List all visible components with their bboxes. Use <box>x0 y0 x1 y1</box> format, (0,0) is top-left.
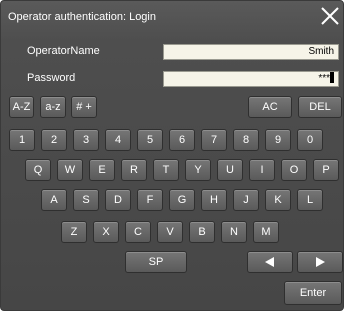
key-h[interactable]: H <box>201 189 227 211</box>
key-left-arrow[interactable] <box>247 251 293 273</box>
operator-name-value: Smith <box>308 46 334 57</box>
key-e[interactable]: E <box>89 159 115 181</box>
key-right-arrow[interactable] <box>297 251 343 273</box>
key-t[interactable]: T <box>153 159 179 181</box>
key-u[interactable]: U <box>217 159 243 181</box>
operator-name-label: OperatorName <box>27 45 100 57</box>
key-lowercase-mode[interactable]: a-z <box>40 96 66 118</box>
login-dialog: Operator authentication: Login OperatorN… <box>0 0 344 311</box>
password-field[interactable]: *** <box>163 71 339 87</box>
password-label: Password <box>27 72 76 84</box>
key-r[interactable]: R <box>121 159 147 181</box>
key-0[interactable]: 0 <box>297 129 323 151</box>
key-a[interactable]: A <box>41 189 67 211</box>
key-p[interactable]: P <box>313 159 339 181</box>
key-3[interactable]: 3 <box>73 129 99 151</box>
key-q[interactable]: Q <box>25 159 51 181</box>
key-enter[interactable]: Enter <box>284 281 342 305</box>
key-i[interactable]: I <box>249 159 275 181</box>
key-v[interactable]: V <box>157 221 183 243</box>
key-y[interactable]: Y <box>185 159 211 181</box>
key-5[interactable]: 5 <box>137 129 163 151</box>
key-k[interactable]: K <box>265 189 291 211</box>
key-o[interactable]: O <box>281 159 307 181</box>
key-uppercase-mode[interactable]: A-Z <box>9 96 34 118</box>
key-n[interactable]: N <box>221 221 247 243</box>
key-9[interactable]: 9 <box>265 129 291 151</box>
key-w[interactable]: W <box>57 159 83 181</box>
key-del[interactable]: DEL <box>298 96 342 118</box>
right-triangle-icon <box>314 256 326 268</box>
key-1[interactable]: 1 <box>9 129 35 151</box>
key-b[interactable]: B <box>189 221 215 243</box>
key-symbol-mode[interactable]: # + <box>71 96 97 118</box>
password-value: *** <box>318 73 330 84</box>
key-f[interactable]: F <box>137 189 163 211</box>
key-4[interactable]: 4 <box>105 129 131 151</box>
key-c[interactable]: C <box>125 221 151 243</box>
key-j[interactable]: J <box>233 189 259 211</box>
left-triangle-icon <box>264 256 276 268</box>
key-z[interactable]: Z <box>61 221 87 243</box>
operator-name-field[interactable]: Smith <box>163 44 339 60</box>
key-l[interactable]: L <box>297 189 323 211</box>
key-6[interactable]: 6 <box>169 129 195 151</box>
text-caret <box>330 72 334 83</box>
key-g[interactable]: G <box>169 189 195 211</box>
key-2[interactable]: 2 <box>41 129 67 151</box>
key-x[interactable]: X <box>93 221 119 243</box>
key-d[interactable]: D <box>105 189 131 211</box>
key-8[interactable]: 8 <box>233 129 259 151</box>
key-ac[interactable]: AC <box>248 96 292 118</box>
dialog-title: Operator authentication: Login <box>8 11 156 23</box>
key-m[interactable]: M <box>253 221 279 243</box>
key-7[interactable]: 7 <box>201 129 227 151</box>
close-icon[interactable] <box>319 5 341 27</box>
key-space[interactable]: SP <box>125 251 187 273</box>
key-s[interactable]: S <box>73 189 99 211</box>
